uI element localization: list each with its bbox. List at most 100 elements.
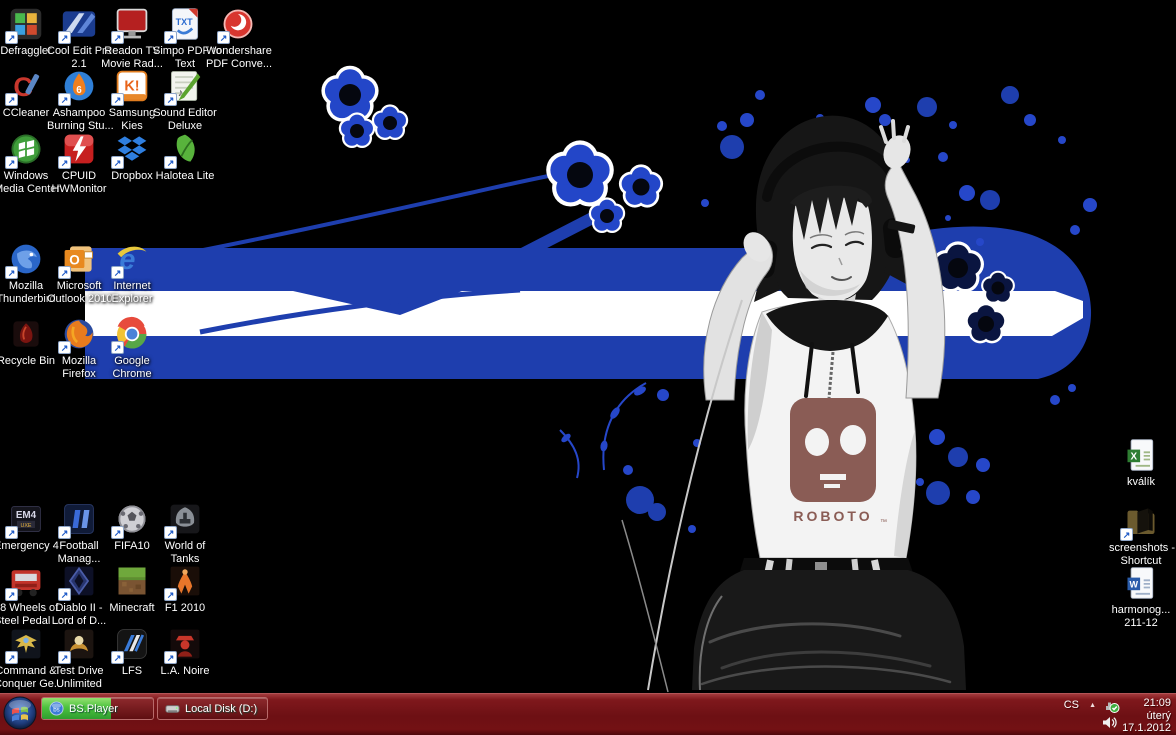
18-wheels-of-steel-icon: ↗ bbox=[8, 563, 44, 599]
desktop-icon-label: L.A. Noire bbox=[153, 665, 217, 678]
shortcut-arrow-icon: ↗ bbox=[58, 93, 71, 106]
svg-text:TXT: TXT bbox=[176, 17, 194, 27]
desktop-icon-label: harmonog...211-12 bbox=[1109, 604, 1173, 630]
shirt-tm: ™ bbox=[880, 519, 887, 526]
desktop-icon-la-noire[interactable]: ↗L.A. Noire bbox=[153, 626, 217, 678]
shortcut-arrow-icon: ↗ bbox=[5, 31, 18, 44]
test-drive-unlimited-icon: ↗ bbox=[61, 626, 97, 662]
shortcut-arrow-icon: ↗ bbox=[5, 651, 18, 664]
show-hidden-icons-arrow[interactable]: ▲ bbox=[1089, 702, 1096, 709]
desktop-icon-f1-2010[interactable]: ↗F1 2010 bbox=[153, 563, 217, 615]
shortcut-arrow-icon: ↗ bbox=[111, 31, 124, 44]
shortcut-arrow-icon: ↗ bbox=[164, 156, 177, 169]
shortcut-arrow-icon: ↗ bbox=[5, 266, 18, 279]
mozilla-thunderbird-icon: ↗ bbox=[8, 241, 44, 277]
clock-day: úterý bbox=[1122, 710, 1171, 723]
desktop-icon-label: GoogleChrome bbox=[100, 355, 164, 381]
svg-text:♪: ♪ bbox=[178, 87, 183, 99]
desktop-icon-label: kválík bbox=[1109, 476, 1173, 489]
windows-media-center-icon: ↗ bbox=[8, 131, 44, 167]
recycle-bin-icon bbox=[8, 316, 44, 352]
svg-text:K!: K! bbox=[124, 79, 139, 95]
la-noire-icon: ↗ bbox=[167, 626, 203, 662]
clock-date: 17.1.2012 bbox=[1122, 722, 1171, 735]
desktop-icon-wondershare-pdf[interactable]: ↗WondersharePDF Conve... bbox=[206, 6, 270, 71]
desktop-icon-label: Sound EditorDeluxe bbox=[153, 107, 217, 133]
taskbar-button-bsplayer[interactable]: bs BS.Player bbox=[41, 697, 154, 720]
taskbar: bsBS.PlayerLocal Disk (D:) CS ▲ 21:09 út bbox=[0, 693, 1176, 735]
svg-text:6: 6 bbox=[76, 85, 82, 96]
svg-text:O: O bbox=[69, 252, 80, 267]
samsung-kies-icon: K!↗ bbox=[114, 68, 150, 104]
desktop-icon-label: F1 2010 bbox=[153, 602, 217, 615]
taskbar-button-local-disk-d[interactable]: Local Disk (D:) bbox=[157, 697, 268, 720]
microsoft-outlook-2010-icon: O↗ bbox=[61, 241, 97, 277]
defraggler-icon: ↗ bbox=[8, 6, 44, 42]
shortcut-arrow-icon: ↗ bbox=[164, 588, 177, 601]
kvalik-icon: X bbox=[1123, 437, 1159, 473]
bsplayer-icon: bs bbox=[49, 701, 64, 716]
svg-text:W: W bbox=[1130, 580, 1139, 590]
desktop-icon-screenshots-shortcut[interactable]: ↗screenshots -Shortcut bbox=[1109, 503, 1173, 568]
shortcut-arrow-icon: ↗ bbox=[111, 156, 124, 169]
shortcut-arrow-icon: ↗ bbox=[164, 93, 177, 106]
cool-edit-pro-icon: ↗ bbox=[61, 6, 97, 42]
shortcut-arrow-icon: ↗ bbox=[5, 588, 18, 601]
shortcut-arrow-icon: ↗ bbox=[111, 93, 124, 106]
shortcut-arrow-icon: ↗ bbox=[1120, 528, 1133, 541]
shortcut-arrow-icon: ↗ bbox=[58, 526, 71, 539]
football-manager-icon: ↗ bbox=[61, 501, 97, 537]
shortcut-arrow-icon: ↗ bbox=[58, 156, 71, 169]
shortcut-arrow-icon: ↗ bbox=[58, 588, 71, 601]
clock[interactable]: 21:09 úterý 17.1.2012 bbox=[1122, 697, 1171, 735]
svg-text:UXE: UXE bbox=[20, 523, 31, 529]
desktop-icon-kvalik[interactable]: Xkválík bbox=[1109, 437, 1173, 489]
shortcut-arrow-icon: ↗ bbox=[58, 31, 71, 44]
svg-text:X: X bbox=[1131, 452, 1138, 463]
local-disk-d-icon bbox=[165, 701, 180, 716]
desktop-icon-google-chrome[interactable]: ↗GoogleChrome bbox=[100, 316, 164, 381]
safely-remove-hardware-icon[interactable] bbox=[1103, 697, 1120, 714]
shortcut-arrow-icon: ↗ bbox=[58, 651, 71, 664]
ccleaner-icon: C↗ bbox=[8, 68, 44, 104]
desktop-icon-internet-explorer[interactable]: e↗InternetExplorer bbox=[100, 241, 164, 306]
start-button[interactable] bbox=[3, 696, 37, 730]
language-indicator[interactable]: CS bbox=[1064, 699, 1079, 711]
taskbar-button-label: BS.Player bbox=[69, 703, 118, 715]
windows-logo-icon bbox=[3, 696, 37, 730]
internet-explorer-icon: e↗ bbox=[114, 241, 150, 277]
shortcut-arrow-icon: ↗ bbox=[58, 266, 71, 279]
wondershare-pdf-icon: ↗ bbox=[220, 6, 256, 42]
svg-text:EM4: EM4 bbox=[16, 510, 37, 521]
desktop-icon-world-of-tanks[interactable]: ↗World ofTanks bbox=[153, 501, 217, 566]
shortcut-arrow-icon: ↗ bbox=[217, 31, 230, 44]
dropbox-icon: ↗ bbox=[114, 131, 150, 167]
ashampoo-burning-icon: 6↗ bbox=[61, 68, 97, 104]
world-of-tanks-icon: ↗ bbox=[167, 501, 203, 537]
sound-editor-deluxe-icon: ♪↗ bbox=[167, 68, 203, 104]
shortcut-arrow-icon: ↗ bbox=[5, 526, 18, 539]
shortcut-arrow-icon: ↗ bbox=[164, 526, 177, 539]
svg-text:bs: bs bbox=[53, 706, 59, 713]
shortcut-arrow-icon: ↗ bbox=[58, 341, 71, 354]
emergency-4-icon: EM4 UXE↗ bbox=[8, 501, 44, 537]
google-chrome-icon: ↗ bbox=[114, 316, 150, 352]
shortcut-arrow-icon: ↗ bbox=[111, 341, 124, 354]
shortcut-arrow-icon: ↗ bbox=[164, 651, 177, 664]
mozilla-firefox-icon: ↗ bbox=[61, 316, 97, 352]
taskbar-button-label: Local Disk (D:) bbox=[185, 703, 257, 715]
shortcut-arrow-icon: ↗ bbox=[111, 651, 124, 664]
shortcut-arrow-icon: ↗ bbox=[111, 266, 124, 279]
system-tray: CS ▲ 21:09 úterý 17.1.2012 bbox=[1036, 694, 1176, 735]
simpo-pdf-to-text-icon: TXT ↗ bbox=[167, 6, 203, 42]
readon-tv-icon: ↗ bbox=[114, 6, 150, 42]
command-and-conquer-icon: ↗ bbox=[8, 626, 44, 662]
desktop-icon-sound-editor-deluxe[interactable]: ♪↗Sound EditorDeluxe bbox=[153, 68, 217, 133]
clock-time: 21:09 bbox=[1122, 697, 1171, 710]
shortcut-arrow-icon: ↗ bbox=[5, 93, 18, 106]
volume-icon[interactable] bbox=[1102, 716, 1118, 729]
desktop-icon-harmonog-211-12[interactable]: Wharmonog...211-12 bbox=[1109, 565, 1173, 630]
shortcut-arrow-icon: ↗ bbox=[164, 31, 177, 44]
desktop-icon-halotea-lite[interactable]: ↗Halotea Lite bbox=[153, 131, 217, 183]
fifa10-icon: ↗ bbox=[114, 501, 150, 537]
